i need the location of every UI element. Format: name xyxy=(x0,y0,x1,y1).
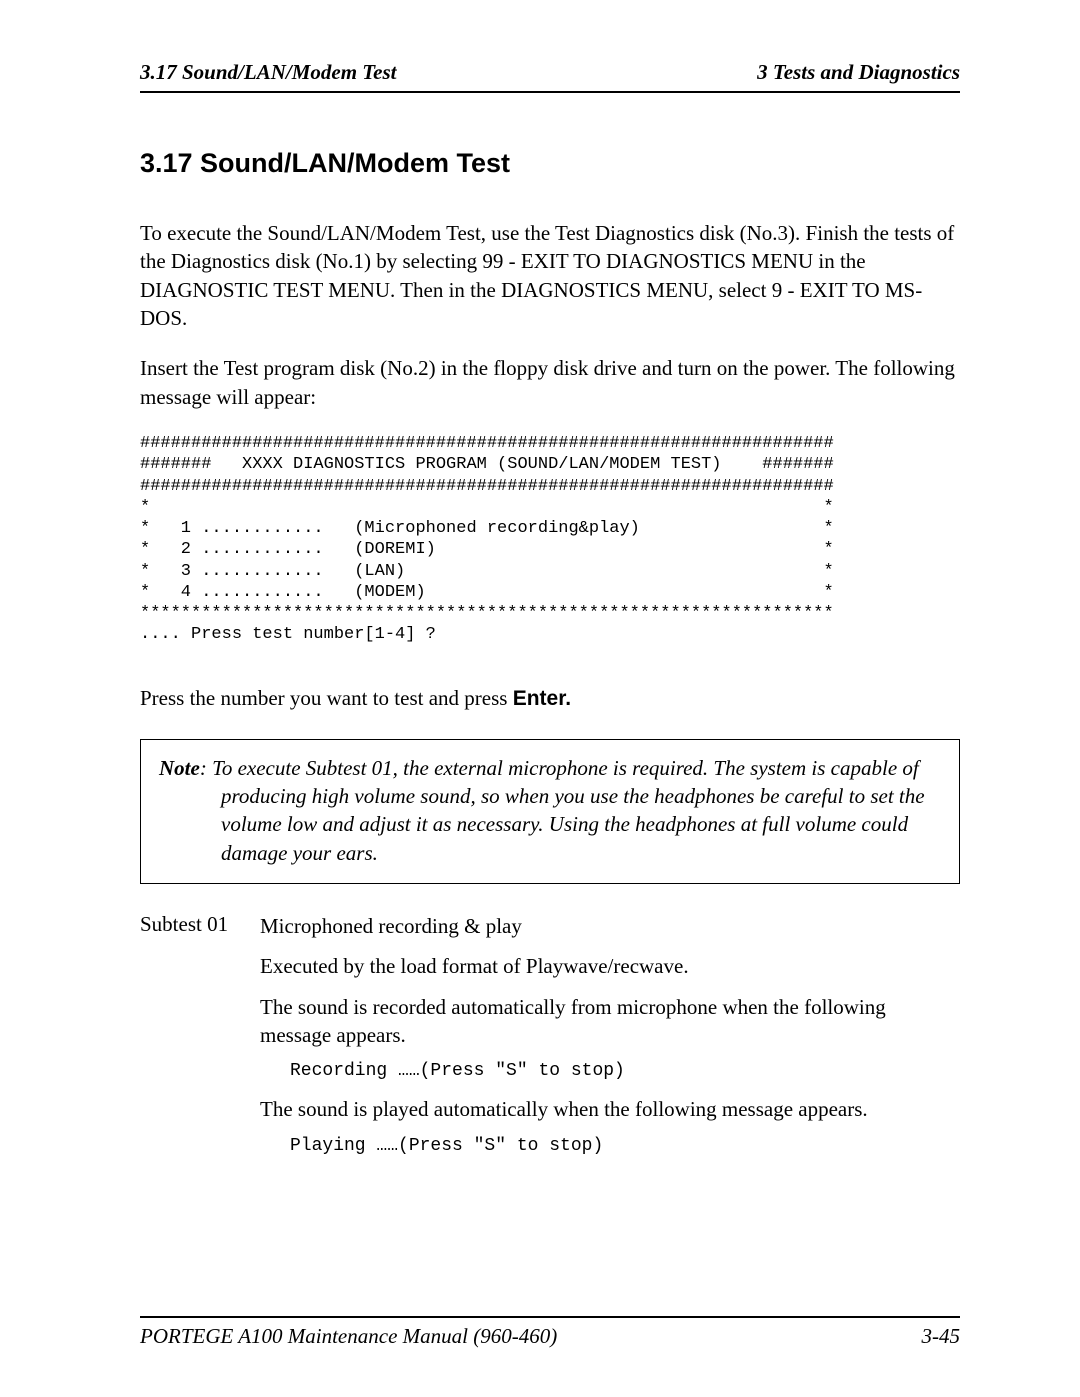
header-left: 3.17 Sound/LAN/Modem Test xyxy=(140,60,397,85)
section-heading: 3.17 Sound/LAN/Modem Test xyxy=(140,148,960,179)
subtest-line-2: The sound is recorded automatically from… xyxy=(260,993,960,1050)
para-2: Insert the Test program disk (No.2) in t… xyxy=(140,354,960,411)
para-1: To execute the Sound/LAN/Modem Test, use… xyxy=(140,219,960,332)
header-right: 3 Tests and Diagnostics xyxy=(757,60,960,85)
subtest-line-3: The sound is played automatically when t… xyxy=(260,1095,960,1123)
subtest-content: Microphoned recording & play Executed by… xyxy=(260,912,960,1170)
note-box: Note: To execute Subtest 01, the externa… xyxy=(140,739,960,884)
footer-left: PORTEGE A100 Maintenance Manual (960-460… xyxy=(140,1324,557,1349)
diagnostics-menu-code: ########################################… xyxy=(140,433,960,646)
page-header: 3.17 Sound/LAN/Modem Test 3 Tests and Di… xyxy=(140,60,960,93)
note-label: Note xyxy=(159,756,200,780)
page: 3.17 Sound/LAN/Modem Test 3 Tests and Di… xyxy=(0,0,1080,1397)
page-footer: PORTEGE A100 Maintenance Manual (960-460… xyxy=(140,1316,960,1349)
subtest-label: Subtest 01 xyxy=(140,912,260,1170)
press-instruction: Press the number you want to test and pr… xyxy=(140,686,960,711)
press-text: Press the number you want to test and pr… xyxy=(140,686,513,710)
footer-right: 3-45 xyxy=(922,1324,961,1349)
subtest-01: Subtest 01 Microphoned recording & play … xyxy=(140,912,960,1170)
subtest-title: Microphoned recording & play xyxy=(260,912,960,940)
note-text: : To execute Subtest 01, the external mi… xyxy=(200,756,925,865)
enter-key-label: Enter. xyxy=(513,687,571,710)
playing-code: Playing ……(Press "S" to stop) xyxy=(290,1136,960,1156)
recording-code: Recording ……(Press "S" to stop) xyxy=(290,1061,960,1081)
subtest-line-1: Executed by the load format of Playwave/… xyxy=(260,952,960,980)
